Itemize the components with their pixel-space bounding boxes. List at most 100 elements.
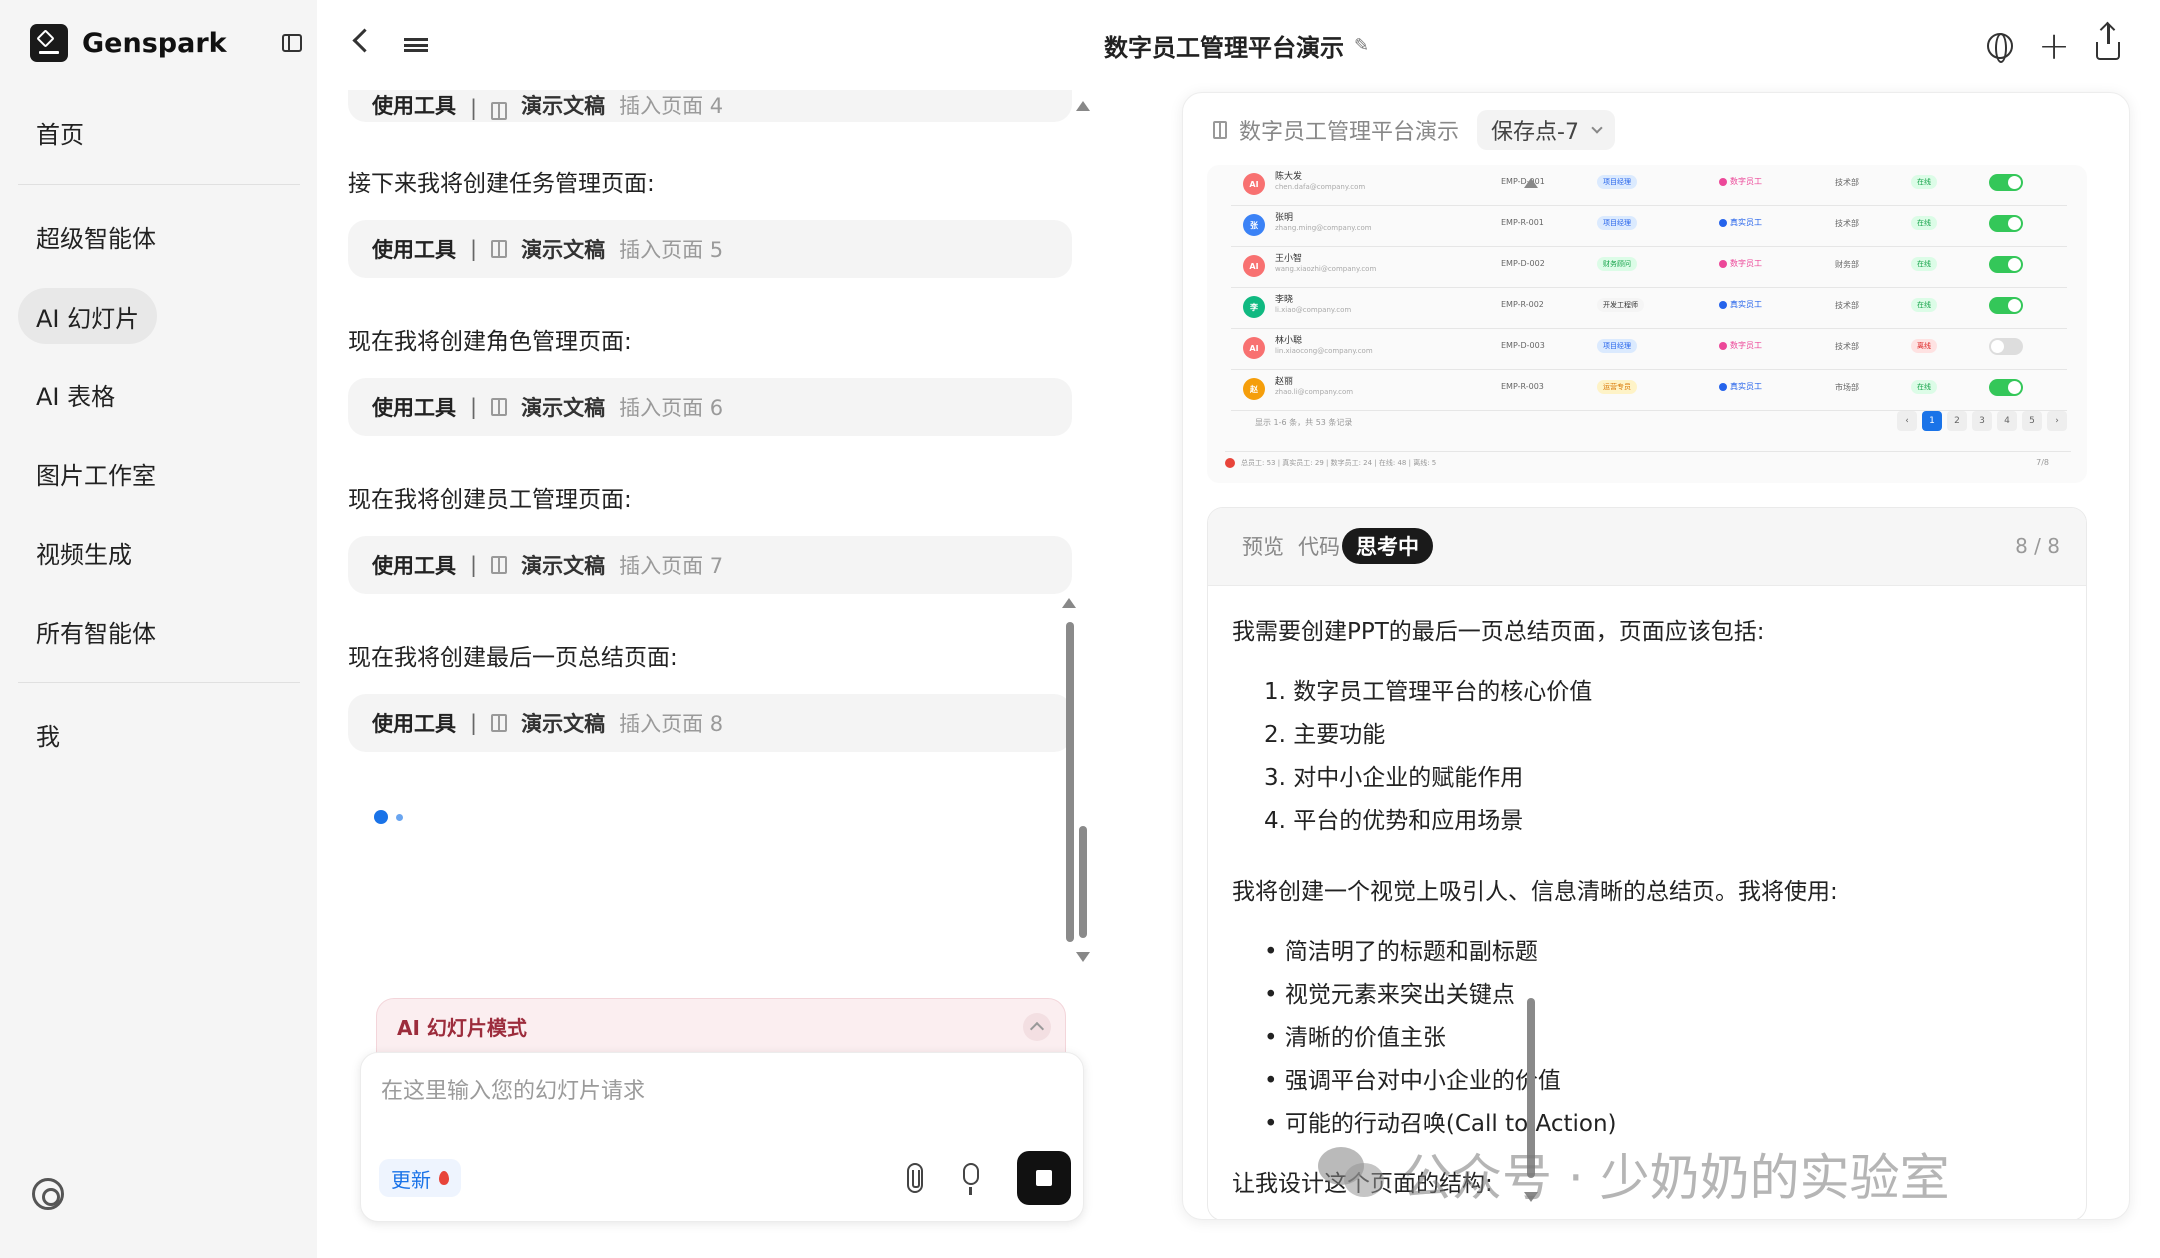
tool-call-card[interactable]: 使用工具 | 演示文稿 插入页面 6 (348, 378, 1072, 436)
stop-button[interactable] (1017, 1151, 1071, 1205)
back-icon[interactable] (350, 30, 370, 50)
composer: 更新 (360, 1052, 1084, 1222)
employee-type: 数字员工 (1719, 258, 1762, 269)
chat-scroll-up-arrow[interactable] (1076, 101, 1090, 111)
tool-action: 插入页面 5 (619, 238, 724, 262)
enable-toggle[interactable] (1989, 379, 2023, 396)
settings-icon[interactable] (32, 1178, 64, 1210)
table-row[interactable]: AI 陈大发 chen.dafa@company.com EMP-D-001 项目经理 数… (1231, 165, 2067, 206)
document-title: 数字员工管理平台演示 (1104, 34, 1344, 62)
sidebar-item-me[interactable]: 我 (18, 706, 78, 762)
employee-type: 真实员工 (1719, 217, 1762, 228)
employee-email: chen.dafa@company.com (1275, 183, 1366, 191)
employee-email: lin.xiaocong@company.com (1275, 347, 1373, 355)
status-badge: 在线 (1911, 257, 1937, 271)
thinking-scrollbar[interactable] (1066, 622, 1074, 942)
panel-scroll-up-arrow[interactable] (1524, 178, 1538, 188)
table-row[interactable]: AI 林小聪 lin.xiaocong@company.com EMP-D-003 项目… (1231, 329, 2067, 370)
paperclip-icon[interactable] (907, 1163, 923, 1193)
tool-action: 插入页面 7 (619, 554, 724, 578)
chat-scrollbar[interactable] (1079, 826, 1087, 938)
page-button[interactable]: 4 (1997, 411, 2017, 431)
avatar: AI (1243, 337, 1265, 359)
tool-name: 演示文稿 (521, 396, 606, 420)
microphone-icon[interactable] (963, 1163, 979, 1195)
table-row[interactable]: 张张明 zhang.ming@company.com EMP-R-001 项目经理 真实… (1231, 206, 2067, 247)
role-badge: 运营专员 (1597, 380, 1637, 394)
enable-toggle[interactable] (1989, 338, 2023, 355)
page-button[interactable]: 5 (2022, 411, 2042, 431)
tab-thinking[interactable]: 思考中 (1342, 528, 1433, 564)
assistant-message: 接下来我将创建任务管理页面: (348, 171, 655, 197)
page-button[interactable]: ‹ (1897, 411, 1917, 431)
sidebar-item-video-generation[interactable]: 视频生成 (18, 524, 150, 580)
tool-name: 演示文稿 (521, 94, 606, 118)
avatar: AI (1243, 173, 1265, 195)
plus-icon[interactable]: + (2034, 24, 2074, 68)
tool-separator: | (470, 96, 478, 120)
sidebar-item-ai-slides[interactable]: AI 幻灯片 (18, 288, 158, 344)
tool-call-card[interactable]: 使用工具 | 演示文稿 插入页面 4 (348, 90, 1072, 122)
globe-icon[interactable] (1980, 26, 2020, 66)
app-logo[interactable]: Genspark (30, 24, 227, 62)
tool-label: 使用工具 (372, 396, 456, 420)
type-label: 数字员工 (1730, 259, 1762, 268)
type-dot-icon (1719, 382, 1727, 391)
page-button[interactable]: › (2047, 411, 2067, 431)
slide-preview[interactable]: AI 陈大发 chen.dafa@company.com EMP-D-001 项目经理数… (1207, 165, 2087, 483)
sidebar-item-all-agents[interactable]: 所有智能体 (18, 603, 174, 659)
enable-toggle[interactable] (1989, 256, 2023, 273)
slides-mode-bar[interactable]: AI 幻灯片模式 (376, 998, 1066, 1054)
tool-call-card[interactable]: 使用工具 | 演示文稿 插入页面 5 (348, 220, 1072, 278)
table-row[interactable]: 李李晓 li.xiao@company.com EMP-R-002 开发工程师 真实员工… (1231, 288, 2067, 329)
enable-toggle[interactable] (1989, 174, 2023, 191)
department: 市场部 (1835, 383, 1859, 392)
employee-email: li.xiao@company.com (1275, 306, 1352, 314)
employee-code: EMP-D-002 (1501, 259, 1545, 268)
status-badge: 离线 (1911, 339, 1937, 353)
tool-action: 插入页面 4 (619, 94, 724, 118)
page-button[interactable]: 1 (1922, 411, 1942, 431)
save-point-dropdown[interactable]: 保存点-7 (1477, 110, 1615, 150)
status-badge: 在线 (1911, 298, 1937, 312)
tool-separator: | (470, 553, 478, 577)
watermark: 公众号 · 少奶奶的实验室 (1318, 1138, 1950, 1210)
enable-toggle[interactable] (1989, 297, 2023, 314)
type-dot-icon (1719, 218, 1727, 227)
chat-scroll-down-arrow[interactable] (1076, 952, 1090, 962)
nav-divider (18, 184, 300, 185)
document-icon (491, 556, 508, 574)
role-badge: 开发工程师 (1597, 298, 1644, 312)
edit-pencil-icon[interactable]: ✎ (1354, 35, 1369, 56)
tool-action: 插入页面 6 (619, 396, 724, 420)
update-button[interactable]: 更新 (379, 1159, 461, 1197)
assistant-message: 现在我将创建最后一页总结页面: (348, 645, 678, 671)
type-dot-icon (1719, 341, 1727, 350)
page-button[interactable]: 2 (1947, 411, 1967, 431)
genspark-logo-icon (30, 24, 68, 62)
sidebar-collapse-icon[interactable] (282, 34, 302, 52)
tool-call-card[interactable]: 使用工具 | 演示文稿 插入页面 8 (348, 694, 1072, 752)
chevron-up-icon[interactable] (1023, 1013, 1051, 1041)
tool-call-card[interactable]: 使用工具 | 演示文稿 插入页面 7 (348, 536, 1072, 594)
table-row[interactable]: 赵赵丽 zhao.li@company.com EMP-R-003 运营专员 真实员工 市… (1231, 370, 2067, 411)
sidebar-item-image-studio[interactable]: 图片工作室 (18, 445, 174, 501)
sidebar-item-home[interactable]: 首页 (18, 104, 102, 160)
prompt-input[interactable] (381, 1079, 1041, 1104)
enable-toggle[interactable] (1989, 215, 2023, 232)
type-label: 真实员工 (1730, 382, 1762, 391)
table-row[interactable]: AI 王小智 wang.xiaozhi@company.com EMP-D-002 财务… (1231, 247, 2067, 288)
thinking-scroll-up-arrow[interactable] (1062, 598, 1076, 608)
page-button[interactable]: 3 (1972, 411, 1992, 431)
bullet-item: • 可能的行动召唤(Call to Action) (1264, 1111, 1617, 1137)
sidebar-item-ai-sheets[interactable]: AI 表格 (18, 366, 133, 422)
share-icon[interactable] (2088, 24, 2128, 66)
flame-icon (439, 1171, 449, 1185)
employee-code: EMP-D-001 (1501, 177, 1545, 186)
type-dot-icon (1719, 259, 1727, 268)
menu-icon[interactable] (404, 38, 428, 52)
page-title[interactable]: 数字员工管理平台演示 ✎ (1104, 28, 1369, 63)
chevron-down-icon (1591, 122, 1603, 134)
role-badge: 项目经理 (1597, 216, 1637, 230)
sidebar-item-super-agent[interactable]: 超级智能体 (18, 208, 174, 264)
